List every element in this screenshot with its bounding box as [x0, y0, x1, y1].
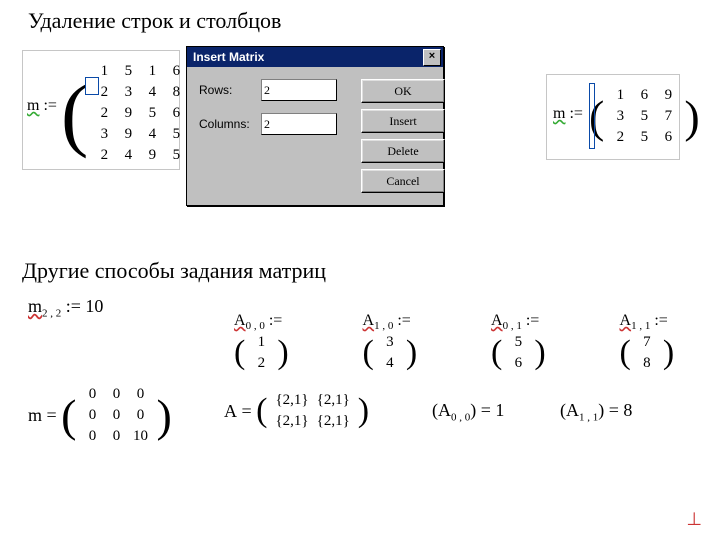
matrix-cell: 0: [105, 426, 129, 447]
matrix-cell: 9: [116, 103, 140, 124]
matrix-cell: 3: [92, 124, 116, 145]
matrix-m-label: m :=: [27, 97, 57, 115]
matrix-before-box: m := ( 1516923483295673945724956 ): [22, 50, 180, 170]
dialog-title: Insert Matrix: [189, 50, 264, 64]
matrix-cell: 6: [632, 85, 656, 106]
matrix-cell: 2: [92, 145, 116, 166]
matrix-cell: 4: [116, 145, 140, 166]
matrix-cell: 0: [129, 384, 153, 405]
footer-mark: ⊥: [686, 509, 702, 530]
insert-button[interactable]: Insert: [361, 109, 445, 133]
matrix-cell: 3: [608, 106, 632, 127]
matrix-cell: 1: [140, 61, 164, 82]
matrix-cell: 5: [632, 127, 656, 148]
matrix-cell: 3: [116, 82, 140, 103]
matrix-cell: 7: [656, 106, 680, 127]
matrix-cell: 5: [116, 61, 140, 82]
a-vectors-row: A0 , 0 := (12) A1 , 0 := (34) A0 , 1 := (5…: [234, 312, 720, 374]
matrix-cell: 5: [164, 145, 188, 166]
a-vector: A0 , 0 := (12): [234, 312, 335, 374]
matrix-cell: 0: [105, 384, 129, 405]
matrix-cell: 4: [140, 82, 164, 103]
matrix-cell: 6: [164, 61, 188, 82]
insert-matrix-dialog: Insert Matrix × Rows: Columns: OK Insert…: [186, 46, 444, 206]
matrix-after-box: m := ( 169357256 ): [546, 74, 680, 160]
expr-m-eval: m = (0000000010): [28, 384, 172, 447]
matrix-cell: 6: [164, 103, 188, 124]
matrix-cell: 0: [105, 405, 129, 426]
rows-label: Rows:: [199, 83, 261, 97]
heading-1: Удаление строк и столбцов: [28, 8, 281, 34]
cols-label: Columns:: [199, 117, 261, 131]
expr-A-block: A = ({2,1}{2,1}{2,1}{2,1}): [224, 390, 369, 432]
matrix-m-label-after: m :=: [553, 105, 583, 123]
matrix-cell: 2: [608, 127, 632, 148]
matrix-cell: 0: [129, 405, 153, 426]
matrix-cell: 2: [92, 103, 116, 124]
matrix-cell: {2,1}: [313, 411, 354, 432]
matrix-cell: 8: [164, 82, 188, 103]
matrix-cell: 0: [81, 405, 105, 426]
ok-button[interactable]: OK: [361, 79, 445, 103]
matrix-cell: 5: [632, 106, 656, 127]
expr-A11: (A1 , 1) = 8: [560, 400, 632, 424]
dialog-titlebar: Insert Matrix ×: [187, 47, 443, 67]
expr-A00: (A0 , 0) = 1: [432, 400, 504, 424]
matrix-cell: 9: [656, 85, 680, 106]
matrix-cell: 10: [129, 426, 153, 447]
delete-button[interactable]: Delete: [361, 139, 445, 163]
cursor-bar: [589, 83, 595, 149]
matrix-cell: 5: [164, 124, 188, 145]
matrix-cell: {2,1}: [271, 390, 312, 411]
matrix-cell: 5: [140, 103, 164, 124]
matrix-cell: 6: [656, 127, 680, 148]
matrix-cell: 1: [608, 85, 632, 106]
matrix-after: ( 169357256 ): [589, 85, 700, 148]
heading-2: Другие способы задания матриц: [22, 258, 326, 284]
cancel-button[interactable]: Cancel: [361, 169, 445, 193]
matrix-cell: 0: [81, 384, 105, 405]
matrix-cell: {2,1}: [313, 390, 354, 411]
matrix-cell: 4: [140, 124, 164, 145]
matrix-cell: 9: [116, 124, 140, 145]
matrix-cell: {2,1}: [271, 411, 312, 432]
a-vector: A0 , 1 := (56): [491, 312, 592, 374]
a-vector: A1 , 0 := (34): [363, 312, 464, 374]
rows-input[interactable]: [261, 79, 337, 101]
cols-input[interactable]: [261, 113, 337, 135]
selection-marker: [85, 77, 99, 95]
expr-m22: m2 , 2 := 10: [28, 296, 103, 320]
close-icon[interactable]: ×: [423, 49, 441, 66]
a-vector: A1 , 1 := (78): [620, 312, 720, 374]
matrix-cell: 9: [140, 145, 164, 166]
matrix-cell: 0: [81, 426, 105, 447]
